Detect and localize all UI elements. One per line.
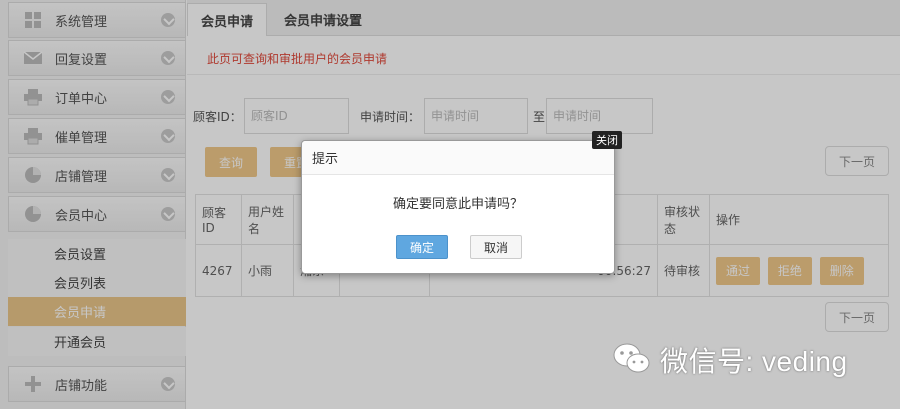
watermark-text: 微信号: veding bbox=[660, 346, 848, 377]
cancel-button[interactable]: 取消 bbox=[470, 235, 522, 259]
close-button[interactable]: 关闭 bbox=[592, 131, 622, 149]
wechat-icon bbox=[612, 342, 652, 379]
confirm-button[interactable]: 确定 bbox=[396, 235, 448, 259]
watermark: 微信号: veding bbox=[612, 340, 848, 380]
dialog-title: 提示 bbox=[302, 141, 614, 175]
confirm-dialog: 提示 确定要同意此申请吗？ 确定 取消 bbox=[301, 140, 615, 274]
dialog-message: 确定要同意此申请吗？ bbox=[392, 197, 523, 212]
